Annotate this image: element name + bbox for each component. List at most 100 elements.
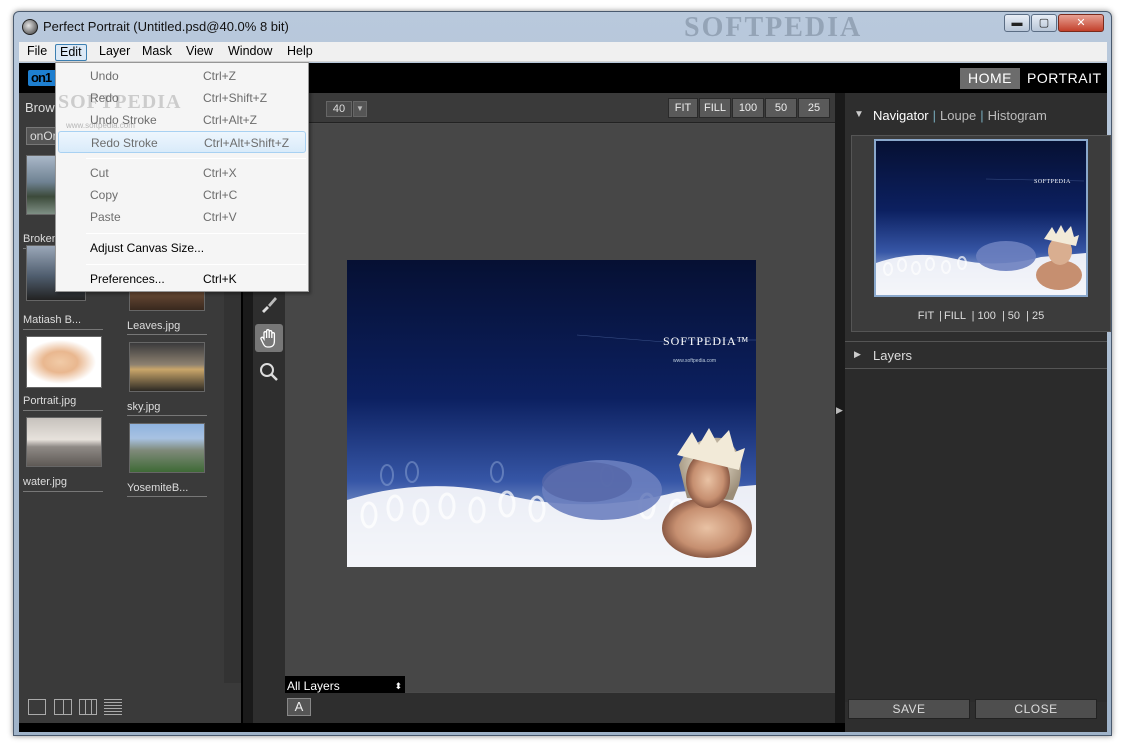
- menu-item-redo[interactable]: Redo Ctrl+Shift+Z: [58, 87, 306, 109]
- magnifier-icon[interactable]: [255, 358, 283, 386]
- menu-item-label: Adjust Canvas Size...: [90, 241, 205, 255]
- menu-item-shortcut: Ctrl+Shift+Z: [203, 91, 268, 105]
- divider: [23, 410, 103, 411]
- tab-loupe[interactable]: Loupe: [940, 108, 976, 123]
- menu-item-label: Redo: [90, 91, 119, 105]
- thumbnail-yosemite[interactable]: [129, 423, 205, 473]
- menu-item-shortcut: Ctrl+Alt+Z: [203, 113, 258, 127]
- thumbnail-water[interactable]: [26, 417, 102, 467]
- single-view-icon[interactable]: [28, 699, 46, 715]
- navigator-tabs: Navigator | Loupe | Histogram: [873, 108, 1047, 123]
- divider: [23, 491, 103, 492]
- canvas-toolbar: 40 ▼ FIT FILL 100 50 25: [253, 93, 835, 123]
- home-tab[interactable]: HOME: [960, 68, 1020, 89]
- layers-panel-body: [845, 369, 1107, 702]
- menu-item-undo[interactable]: Undo Ctrl+Z: [58, 65, 306, 87]
- menu-item-cut[interactable]: Cut Ctrl+X: [58, 162, 306, 184]
- menu-mask[interactable]: Mask: [138, 44, 176, 61]
- zoom-fill-button[interactable]: FILL: [699, 98, 731, 118]
- layers-label: Layers: [873, 348, 913, 363]
- hand-icon[interactable]: [255, 324, 283, 352]
- menu-item-label: Undo Stroke: [90, 113, 157, 127]
- navigator-preview[interactable]: SOFTPEDIA: [874, 139, 1088, 297]
- navigator-panel: SOFTPEDIA FIT | FILL | 100 | 50 | 25: [851, 135, 1111, 332]
- right-panel: ▼ Navigator | Loupe | Histogram SOFTPEDI…: [845, 93, 1111, 732]
- thumbnail-label: YosemiteB...: [127, 482, 189, 494]
- menu-window[interactable]: Window: [224, 44, 276, 61]
- thumbnail-sky[interactable]: [129, 342, 205, 392]
- collapse-triangle-icon[interactable]: ▶: [854, 349, 861, 360]
- menu-item-adjust-canvas-size[interactable]: Adjust Canvas Size...: [58, 237, 306, 259]
- menu-separator: [86, 158, 306, 159]
- menu-item-label: Cut: [90, 166, 109, 180]
- photo-brand-text: SOFTPEDIA™: [663, 334, 750, 348]
- list-view-icon[interactable]: [104, 699, 122, 715]
- three-column-view-icon[interactable]: [79, 699, 97, 715]
- menu-view[interactable]: View: [182, 44, 217, 61]
- menu-item-paste[interactable]: Paste Ctrl+V: [58, 206, 306, 228]
- divider: [127, 334, 207, 335]
- portrait-tab[interactable]: PORTRAIT: [1027, 68, 1102, 89]
- browser-title: Brow: [25, 100, 55, 115]
- save-button[interactable]: SAVE: [848, 699, 970, 719]
- divider: [127, 496, 207, 497]
- zoom-fit-button[interactable]: FIT: [668, 98, 698, 118]
- thumbnail-leaves[interactable]: [129, 291, 205, 311]
- menu-item-redo-stroke[interactable]: Redo Stroke Ctrl+Alt+Shift+Z: [58, 131, 306, 153]
- navigator-zoom-options: FIT | FILL | 100 | 50 | 25: [917, 310, 1045, 322]
- zoom-dropdown-button[interactable]: ▼: [353, 101, 367, 117]
- maximize-button[interactable]: ▢: [1031, 14, 1057, 32]
- menu-file[interactable]: File: [23, 44, 51, 61]
- tab-histogram[interactable]: Histogram: [988, 108, 1047, 123]
- app-icon[interactable]: [22, 19, 38, 35]
- divider: [127, 415, 207, 416]
- browser-view-modes: [19, 683, 241, 723]
- thumbnail-label: Leaves.jpg: [127, 320, 181, 332]
- thumbnail-portrait[interactable]: [26, 336, 102, 388]
- menu-help[interactable]: Help: [283, 44, 317, 61]
- title-bar[interactable]: Perfect Portrait (Untitled.psd@40.0% 8 b…: [14, 12, 1111, 43]
- navigator-header: ▼ Navigator | Loupe | Histogram: [845, 107, 1107, 127]
- layers-header[interactable]: ▶ Layers: [845, 341, 1107, 369]
- close-button[interactable]: CLOSE: [975, 699, 1097, 719]
- window-title: Perfect Portrait (Untitled.psd@40.0% 8 b…: [43, 19, 289, 34]
- right-panel-divider[interactable]: ▶: [835, 93, 845, 723]
- brush-icon[interactable]: [255, 290, 283, 318]
- menu-item-preferences[interactable]: Preferences... Ctrl+K: [58, 268, 306, 290]
- minimize-button[interactable]: ▬: [1004, 14, 1030, 32]
- nav-zoom-fit[interactable]: FIT: [918, 310, 934, 322]
- menu-edit[interactable]: Edit: [55, 44, 87, 61]
- menu-layer[interactable]: Layer: [95, 44, 134, 61]
- menu-item-shortcut: Ctrl+K: [203, 272, 237, 286]
- zoom-100-button[interactable]: 100: [732, 98, 764, 118]
- menu-item-shortcut: Ctrl+C: [203, 188, 238, 202]
- tab-navigator[interactable]: Navigator: [873, 108, 929, 123]
- menu-item-label: Copy: [90, 188, 119, 202]
- two-column-view-icon[interactable]: [54, 699, 72, 715]
- canvas-area: 40 ▼ FIT FILL 100 50 25 SOFTPEDIA™ www.s…: [253, 93, 835, 723]
- menu-item-undo-stroke[interactable]: Undo Stroke Ctrl+Alt+Z: [58, 109, 306, 131]
- nav-zoom-100[interactable]: 100: [978, 310, 996, 322]
- zoom-25-button[interactable]: 25: [798, 98, 830, 118]
- nav-zoom-50[interactable]: 50: [1008, 310, 1020, 322]
- nav-zoom-fill[interactable]: FILL: [944, 310, 966, 322]
- expand-triangle-icon[interactable]: ▼: [854, 109, 864, 120]
- zoom-input[interactable]: 40: [326, 101, 352, 117]
- menu-item-label: Preferences...: [90, 272, 165, 286]
- thumbnail-label: Broken: [23, 233, 58, 245]
- nav-zoom-25[interactable]: 25: [1032, 310, 1044, 322]
- edit-menu-dropdown: SOFTPEDIA www.softpedia.com Undo Ctrl+Z …: [55, 62, 309, 292]
- text-tool-button[interactable]: A: [287, 698, 311, 716]
- collapse-arrow-icon[interactable]: ▶: [836, 405, 843, 416]
- menu-item-shortcut: Ctrl+V: [203, 210, 237, 224]
- portrait-photo[interactable]: SOFTPEDIA™ www.softpedia.com: [347, 260, 756, 567]
- thumbnail-label: Matiash B...: [23, 314, 82, 326]
- menu-item-copy[interactable]: Copy Ctrl+C: [58, 184, 306, 206]
- menu-item-shortcut: Ctrl+X: [203, 166, 237, 180]
- watermark-text: SOFTPEDIA: [684, 12, 863, 43]
- menu-item-label: Undo: [90, 69, 119, 83]
- menu-item-shortcut: Ctrl+Alt+Shift+Z: [204, 136, 290, 150]
- layer-select-value: All Layers: [287, 679, 340, 693]
- close-window-button[interactable]: ✕: [1058, 14, 1104, 32]
- zoom-50-button[interactable]: 50: [765, 98, 797, 118]
